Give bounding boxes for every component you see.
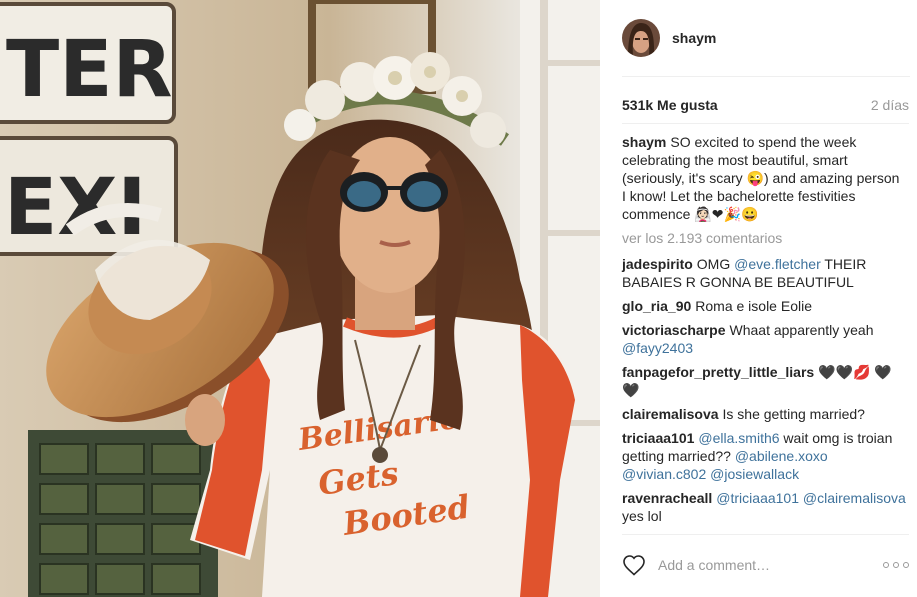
post-header: shaym [622,16,910,77]
dot [903,562,909,568]
likes-count[interactable]: 531k Me gusta [622,97,718,113]
post-side-panel: shaym 531k Me gusta 2 días shaym SO excit… [600,0,917,597]
divider [622,534,909,535]
add-comment-input[interactable] [658,557,883,573]
avatar[interactable] [622,19,660,57]
comment-list: shaym SO excited to spend the week celebr… [622,133,907,531]
view-all-comments-link[interactable]: ver los 2.193 comentarios [622,229,907,247]
comment-mention-link[interactable]: @triciaaa101 [716,490,799,506]
comment-mention-link[interactable]: @vivian.c802 [622,466,706,482]
divider [622,123,909,124]
comment-author[interactable]: glo_ria_90 [622,298,691,314]
comment-author[interactable]: ravenracheall [622,490,712,506]
caption: shaym SO excited to spend the week celebr… [622,133,907,223]
photo-illustration: TER EXI Bellisario Gets Booted [0,0,600,597]
svg-text:TER: TER [6,25,173,115]
comment-mention-link[interactable]: @abilene.xoxo [735,448,828,464]
comments-container: jadespirito OMG @eve.fletcher THEIR BABAI… [622,255,907,525]
comment-text: Roma e isole Eolie [695,298,812,314]
comment-text: OMG [696,256,735,272]
comment-mention-link[interactable]: @josiewallack [710,466,799,482]
comment-composer [622,552,909,578]
comment-text: Is she getting married? [722,406,865,422]
comment-item: ravenracheall @triciaaa101 @clairemalisov… [622,489,907,525]
ellipsis-icon[interactable] [883,561,909,569]
post-timestamp[interactable]: 2 días [871,97,909,113]
post-photo[interactable]: TER EXI Bellisario Gets Booted [0,0,600,597]
comment-item: victoriascharpe Whaat apparently yeah @fa… [622,321,907,357]
comment-author[interactable]: fanpagefor_pretty_little_liars [622,364,814,380]
sign-top: TER [0,2,176,124]
likes-row: 531k Me gusta 2 días [622,97,909,113]
post-username[interactable]: shaym [672,30,716,46]
comment-item: glo_ria_90 Roma e isole Eolie [622,297,907,315]
comment-mention-link[interactable]: @fayy2403 [622,340,693,356]
comment-mention-link[interactable]: @clairemalisova [803,490,906,506]
caption-author[interactable]: shaym [622,134,666,150]
comment-author[interactable]: triciaaa101 [622,430,694,446]
comment-author[interactable]: victoriascharpe [622,322,726,338]
comment-author[interactable]: clairemalisova [622,406,719,422]
comment-item: triciaaa101 @ella.smith6 wait omg is troi… [622,429,907,483]
comment-text: yes lol [622,508,662,524]
comment-mention-link[interactable]: @ella.smith6 [698,430,779,446]
comment-item: clairemalisova Is she getting married? [622,405,907,423]
comment-text: Whaat apparently yeah [729,322,874,338]
comment-item: jadespirito OMG @eve.fletcher THEIR BABAI… [622,255,907,291]
dot [883,562,889,568]
comment-author[interactable]: jadespirito [622,256,693,272]
heart-outline-icon[interactable] [622,554,646,576]
comment-item: fanpagefor_pretty_little_liars 🖤🖤💋 🖤🖤 [622,363,907,399]
sign-bottom: EXI [0,136,178,256]
comment-mention-link[interactable]: @eve.fletcher [734,256,821,272]
dot [893,562,899,568]
